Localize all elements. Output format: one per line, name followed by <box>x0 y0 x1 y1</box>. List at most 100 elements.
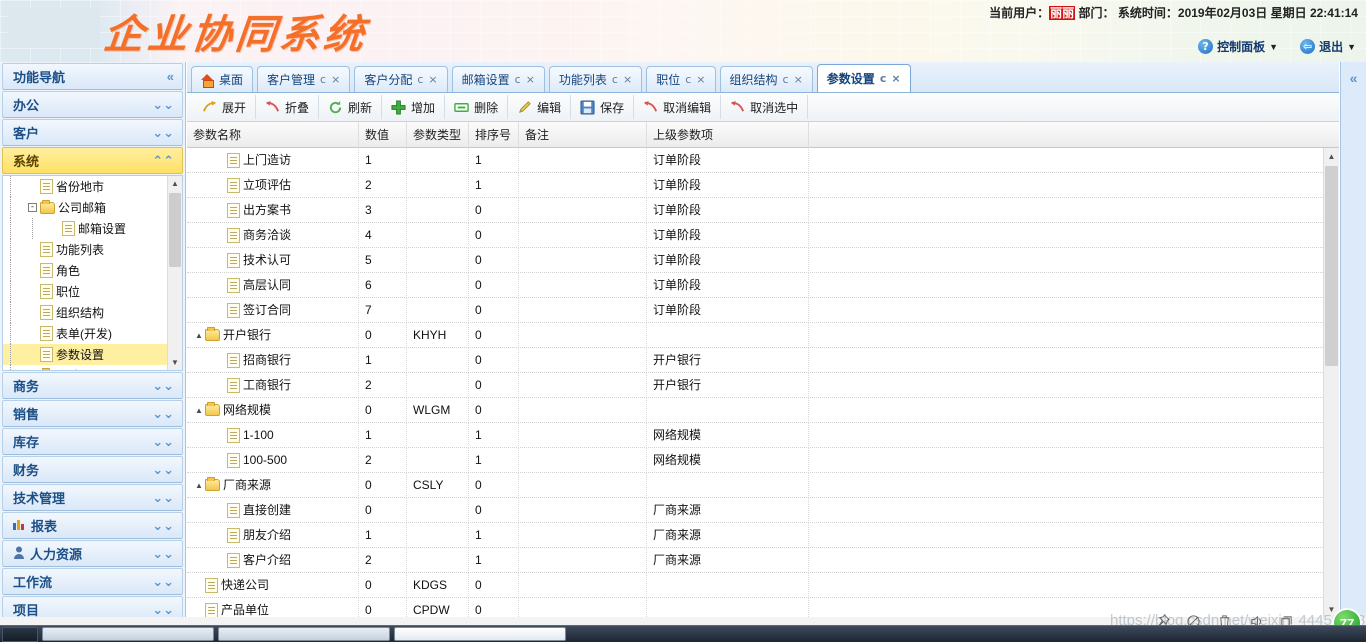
grid-column-header[interactable]: 排序号 <box>469 121 519 148</box>
table-row[interactable]: ▲ 厂商来源 0 CSLY 0 <box>187 472 1323 498</box>
start-button[interactable] <box>2 626 38 642</box>
tree-toggle[interactable]: - <box>25 197 40 218</box>
table-row[interactable]: 高层认同 6 0 订单阶段 <box>187 272 1323 298</box>
tab-客户管理[interactable]: 客户管理 c × <box>257 66 351 92</box>
taskbar-window-active[interactable] <box>394 627 566 641</box>
expand-right-panel-icon[interactable]: « <box>1341 70 1366 86</box>
sidebar-item-库存[interactable]: 库存 ⌄⌄ <box>2 428 183 455</box>
table-row[interactable]: 朋友介绍 1 1 厂商来源 <box>187 522 1323 548</box>
tab-refresh-icon[interactable]: c <box>515 73 521 86</box>
tab-close-icon[interactable]: × <box>891 72 900 85</box>
tab-组织结构[interactable]: 组织结构 c × <box>719 66 813 92</box>
tree-node[interactable]: 参数设置 <box>3 344 167 365</box>
chevron-down-icon[interactable]: ⌄⌄ <box>152 378 174 394</box>
tab-refresh-icon[interactable]: c <box>685 73 691 86</box>
taskbar-window[interactable] <box>42 627 214 641</box>
table-row[interactable]: 客户介绍 2 1 厂商来源 <box>187 547 1323 573</box>
expand-collapse-icon[interactable]: - <box>28 203 37 212</box>
sidebar-item-技术管理[interactable]: 技术管理 ⌄⌄ <box>2 484 183 511</box>
tree-node[interactable]: 职位 <box>3 281 167 302</box>
table-row[interactable]: 立项评估 2 1 订单阶段 <box>187 172 1323 198</box>
scrollbar-thumb[interactable] <box>1325 166 1338 366</box>
table-row[interactable]: 上门造访 1 1 订单阶段 <box>187 148 1323 173</box>
tab-close-icon[interactable]: × <box>696 73 705 86</box>
tab-客户分配[interactable]: 客户分配 c × <box>354 66 448 92</box>
toolbar-button-保存[interactable]: 保存 <box>571 95 635 119</box>
tree-node[interactable]: 功能列表 <box>3 239 167 260</box>
table-row[interactable]: 工商银行 2 0 开户银行 <box>187 372 1323 398</box>
scroll-up-arrow-icon[interactable]: ▲ <box>168 176 182 191</box>
toolbar-button-删除[interactable]: 删除 <box>445 95 509 119</box>
row-expand-icon[interactable]: ▲ <box>193 473 205 498</box>
grid-column-header[interactable]: 上级参数项 <box>647 121 809 148</box>
chevron-down-icon[interactable]: ⌄⌄ <box>152 434 174 450</box>
sidebar-item-办公[interactable]: 办公 ⌄⌄ <box>2 91 183 118</box>
tree-node[interactable]: 邮箱设置 <box>3 218 167 239</box>
tree-node[interactable]: 表单(开发) <box>3 323 167 344</box>
row-expand-icon[interactable]: ▲ <box>193 323 205 348</box>
grid-column-header[interactable]: 参数类型 <box>407 121 469 148</box>
sidebar-nav-title[interactable]: 功能导航 « <box>2 63 183 90</box>
chevron-up-icon[interactable]: ⌃⌃ <box>152 153 174 169</box>
table-row[interactable]: 出方案书 3 0 订单阶段 <box>187 197 1323 223</box>
row-expand-icon[interactable]: ▲ <box>193 398 205 423</box>
scrollbar-thumb[interactable] <box>169 193 181 267</box>
tab-close-icon[interactable]: × <box>331 73 340 86</box>
table-row[interactable]: 直接创建 0 0 厂商来源 <box>187 497 1323 523</box>
toolbar-button-取消选中[interactable]: 取消选中 <box>721 95 809 119</box>
sidebar-item-客户[interactable]: 客户 ⌄⌄ <box>2 119 183 146</box>
sidebar-item-销售[interactable]: 销售 ⌄⌄ <box>2 400 183 427</box>
scroll-down-arrow-icon[interactable]: ▼ <box>168 355 182 370</box>
table-row[interactable]: 招商银行 1 0 开户银行 <box>187 347 1323 373</box>
tree-node[interactable]: 角色 <box>3 260 167 281</box>
table-row[interactable]: 产品单位 0 CPDW 0 <box>187 597 1323 617</box>
table-row[interactable]: 技术认可 5 0 订单阶段 <box>187 247 1323 273</box>
tab-refresh-icon[interactable]: c <box>612 73 618 86</box>
table-row[interactable]: ▲ 开户银行 0 KHYH 0 <box>187 322 1323 348</box>
tab-close-icon[interactable]: × <box>526 73 535 86</box>
tab-refresh-icon[interactable]: c <box>880 72 887 85</box>
tree-toggle[interactable]: - <box>25 365 40 370</box>
tree-node[interactable]: 组织结构 <box>3 302 167 323</box>
collapse-icon[interactable]: « <box>167 69 174 84</box>
sidebar-item-工作流[interactable]: 工作流 ⌄⌄ <box>2 568 183 595</box>
tab-参数设置[interactable]: 参数设置 c × <box>816 64 911 92</box>
table-row[interactable]: 100-500 2 1 网络规模 <box>187 447 1323 473</box>
chevron-down-icon[interactable]: ⌄⌄ <box>152 462 174 478</box>
chevron-down-icon[interactable]: ⌄⌄ <box>152 97 174 113</box>
tab-refresh-icon[interactable]: c <box>783 73 789 86</box>
chevron-down-icon[interactable]: ⌄⌄ <box>152 125 174 141</box>
chevron-down-icon[interactable]: ⌄⌄ <box>152 574 174 590</box>
tree-node[interactable]: 省份地市 <box>3 176 167 197</box>
sidebar-tree-scrollbar[interactable]: ▲ ▼ <box>167 176 182 370</box>
tab-refresh-icon[interactable]: c <box>320 73 326 86</box>
sidebar-item-报表[interactable]: 报表 ⌄⌄ <box>2 512 183 539</box>
sidebar-item-财务[interactable]: 财务 ⌄⌄ <box>2 456 183 483</box>
table-row[interactable]: ▲ 网络规模 0 WLGM 0 <box>187 397 1323 423</box>
toolbar-button-刷新[interactable]: 刷新 <box>319 95 383 119</box>
toolbar-button-增加[interactable]: 增加 <box>382 95 446 119</box>
table-row[interactable]: 商务洽谈 4 0 订单阶段 <box>187 222 1323 248</box>
grid-vertical-scrollbar[interactable]: ▲ ▼ <box>1323 148 1339 617</box>
toolbar-button-取消编辑[interactable]: 取消编辑 <box>634 95 722 119</box>
chevron-down-icon[interactable]: ⌄⌄ <box>152 546 174 562</box>
tab-refresh-icon[interactable]: c <box>417 73 423 86</box>
grid-column-header[interactable]: 备注 <box>519 121 647 148</box>
toolbar-button-折叠[interactable]: 折叠 <box>256 95 320 119</box>
control-panel-button[interactable]: ? 控制面板 ▼ <box>1198 38 1278 55</box>
table-row[interactable]: 快递公司 0 KDGS 0 <box>187 572 1323 598</box>
grid-column-header[interactable]: 参数名称 <box>187 121 359 148</box>
chevron-down-icon[interactable]: ⌄⌄ <box>152 406 174 422</box>
toolbar-button-展开[interactable]: 展开 <box>193 95 257 119</box>
right-collapse-rail[interactable]: « <box>1340 62 1366 617</box>
tab-close-icon[interactable]: × <box>623 73 632 86</box>
table-row[interactable]: 1-100 1 1 网络规模 <box>187 422 1323 448</box>
sidebar-item-人力资源[interactable]: 人力资源 ⌄⌄ <box>2 540 183 567</box>
table-row[interactable]: 签订合同 7 0 订单阶段 <box>187 297 1323 323</box>
grid-column-header[interactable]: 数值 <box>359 121 407 148</box>
chevron-down-icon[interactable]: ⌄⌄ <box>152 518 174 534</box>
chevron-down-icon[interactable]: ⌄⌄ <box>152 602 174 618</box>
logout-button[interactable]: ⇦ 退出 ▼ <box>1300 38 1356 55</box>
chevron-down-icon[interactable]: ⌄⌄ <box>152 490 174 506</box>
toolbar-button-编辑[interactable]: 编辑 <box>508 95 572 119</box>
